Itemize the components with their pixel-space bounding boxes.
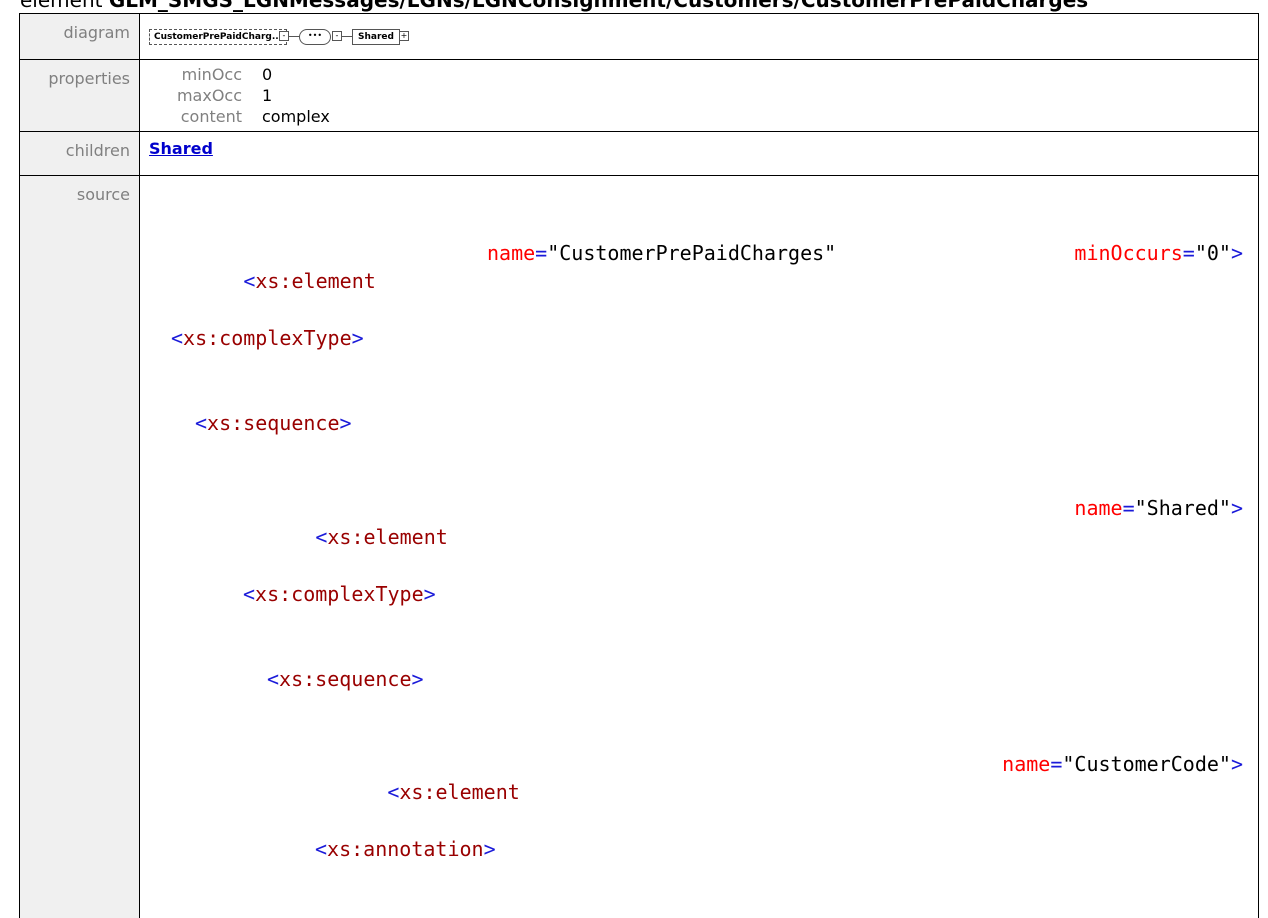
- source-code: <xs:element name="CustomerPrePaidCharges…: [140, 176, 1259, 918]
- tag-name: xs:sequence: [207, 411, 339, 435]
- tag-bracket: <: [243, 582, 255, 606]
- children-label: children: [20, 132, 130, 160]
- tag-bracket: >: [424, 582, 436, 606]
- title-prefix: element: [20, 0, 102, 12]
- tag-name: xs:element: [399, 780, 519, 804]
- attr-name: name: [1074, 496, 1122, 520]
- tag-bracket: >: [484, 837, 496, 861]
- diagram-element-node[interactable]: CustomerPrePaidCharg...: [149, 29, 287, 45]
- source-line: <xs:sequence>: [147, 409, 1258, 437]
- source-line: <xs:sequence>: [147, 665, 1258, 693]
- source-line: <xs:complexType>: [147, 324, 1258, 352]
- source-line: <xs:element name="Shared">: [147, 494, 1258, 522]
- title-bar: element GLM_SMGS_LGNMessages/LGNs/LGNCon…: [0, 0, 1268, 14]
- tag-bracket: <: [315, 837, 327, 861]
- source-line: <xs:element name="CustomerCode">: [147, 750, 1258, 778]
- property-key: maxOcc: [168, 86, 262, 105]
- property-value: 1: [262, 86, 272, 105]
- tag-name: xs:element: [255, 269, 375, 293]
- tag-bracket: >: [412, 667, 424, 691]
- attr-name: name: [487, 241, 535, 265]
- attr-eq: =: [1050, 752, 1062, 776]
- tag-bracket: >: [340, 411, 352, 435]
- attr-value: "CustomerCode": [1062, 752, 1231, 776]
- tag-bracket: >: [352, 326, 364, 350]
- element-doc-table: diagram CustomerPrePaidCharg... - ••• - …: [19, 13, 1259, 918]
- property-key: minOcc: [168, 65, 262, 84]
- diagram-label: diagram: [20, 14, 130, 42]
- attr-eq: =: [1123, 496, 1135, 520]
- tag-name: xs:sequence: [279, 667, 411, 691]
- attr-name: minOccurs: [1074, 241, 1182, 265]
- property-value: 0: [262, 65, 272, 84]
- source-row: source <xs:element name="CustomerPrePaid…: [20, 176, 1259, 918]
- source-label: source: [20, 176, 130, 204]
- attr-eq: =: [535, 241, 547, 265]
- tag-bracket: >: [1231, 496, 1243, 520]
- tag-bracket: <: [243, 269, 255, 293]
- diagram-label-cell: diagram: [20, 14, 140, 60]
- property-row: contentcomplex: [168, 106, 1258, 127]
- expand-icon[interactable]: -: [332, 31, 342, 41]
- attr-value: "CustomerPrePaidCharges": [547, 241, 836, 265]
- tag-name: xs:complexType: [255, 582, 424, 606]
- properties-label: properties: [20, 60, 130, 88]
- children-row: children Shared: [20, 132, 1259, 176]
- tag-name: xs:element: [327, 525, 447, 549]
- source-line: <xs:annotation>: [147, 835, 1258, 863]
- tag-bracket: <: [195, 411, 207, 435]
- source-line: <xs:element name="CustomerPrePaidCharges…: [147, 239, 1258, 267]
- children-cell: Shared: [140, 132, 1259, 176]
- tag-bracket: >: [1231, 752, 1243, 776]
- tag-name: xs:annotation: [327, 837, 484, 861]
- properties-row: properties minOcc0 maxOcc1 contentcomple…: [20, 60, 1259, 132]
- property-key: content: [168, 107, 262, 126]
- diagram-row: diagram CustomerPrePaidCharg... - ••• - …: [20, 14, 1259, 60]
- attr-eq: =: [1183, 241, 1195, 265]
- source-label-cell: source: [20, 176, 140, 918]
- tag-bracket: <: [315, 525, 327, 549]
- diagram-connector: [342, 36, 352, 37]
- property-row: minOcc0: [168, 64, 1258, 85]
- properties-label-cell: properties: [20, 60, 140, 132]
- sequence-icon: •••: [299, 29, 331, 45]
- attr-name: name: [1002, 752, 1050, 776]
- child-link-shared[interactable]: Shared: [140, 132, 213, 158]
- expand-plus-icon[interactable]: +: [399, 31, 409, 41]
- page-title: element GLM_SMGS_LGNMessages/LGNs/LGNCon…: [20, 0, 1088, 12]
- children-label-cell: children: [20, 132, 140, 176]
- expand-icon[interactable]: -: [279, 31, 289, 41]
- diagram-child-node[interactable]: Shared: [352, 29, 400, 45]
- diagram-cell: CustomerPrePaidCharg... - ••• - Shared +: [140, 14, 1259, 60]
- property-value: complex: [262, 107, 330, 126]
- attr-value: "0": [1195, 241, 1231, 265]
- title-path: GLM_SMGS_LGNMessages/LGNs/LGNConsignment…: [109, 0, 1088, 12]
- properties-cell: minOcc0 maxOcc1 contentcomplex: [140, 60, 1259, 132]
- attr-value: "Shared": [1135, 496, 1231, 520]
- tag-bracket: <: [387, 780, 399, 804]
- tag-bracket: >: [1231, 241, 1243, 265]
- tag-bracket: <: [267, 667, 279, 691]
- property-row: maxOcc1: [168, 85, 1258, 106]
- tag-bracket: <: [171, 326, 183, 350]
- tag-name: xs:complexType: [183, 326, 352, 350]
- source-line: <xs:complexType>: [147, 580, 1258, 608]
